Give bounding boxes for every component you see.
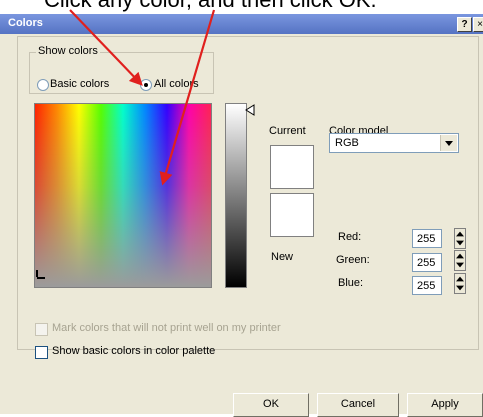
blue-stepper[interactable]	[454, 273, 466, 294]
basic-colors-label[interactable]: Basic colors	[50, 78, 109, 90]
all-colors-radio[interactable]	[140, 79, 152, 91]
green-label: Green:	[336, 254, 370, 266]
close-button[interactable]: ×	[473, 17, 483, 32]
green-field[interactable]: 255	[412, 253, 442, 272]
down-arrow-icon[interactable]	[456, 285, 464, 291]
basic-colors-radio[interactable]	[37, 79, 49, 91]
blue-value: 255	[417, 280, 436, 292]
current-label: Current	[269, 125, 306, 137]
new-label: New	[271, 251, 294, 263]
all-colors-label[interactable]: All colors	[154, 78, 199, 90]
color-model-value: RGB	[335, 137, 359, 149]
red-label: Red:	[338, 231, 362, 243]
instruction-text: Click any color, and then click OK.	[44, 0, 377, 13]
cancel-button[interactable]: Cancel	[317, 393, 399, 417]
red-field[interactable]: 255	[412, 229, 442, 248]
new-color-swatch	[270, 193, 314, 237]
help-button[interactable]: ?	[457, 17, 472, 32]
spectrum-crosshair	[36, 270, 45, 279]
current-color-swatch	[270, 145, 314, 189]
mark-colors-label: Mark colors that will not print well on …	[52, 322, 281, 334]
down-arrow-icon[interactable]	[456, 262, 464, 268]
green-value: 255	[417, 257, 436, 269]
chevron-down-icon[interactable]	[440, 135, 457, 151]
show-basic-checkbox[interactable]	[35, 346, 48, 359]
dialog-title: Colors	[8, 17, 43, 29]
down-arrow-icon[interactable]	[456, 240, 464, 246]
color-model-select[interactable]: RGB	[329, 133, 459, 153]
apply-button[interactable]: Apply	[407, 393, 483, 417]
luminance-slider[interactable]	[225, 103, 247, 288]
mark-colors-checkbox[interactable]	[35, 323, 48, 336]
up-arrow-icon[interactable]	[456, 231, 464, 237]
up-arrow-icon[interactable]	[456, 276, 464, 282]
blue-field[interactable]: 255	[412, 276, 442, 295]
green-stepper[interactable]	[454, 250, 466, 271]
luminance-arrow-icon[interactable]	[245, 104, 255, 116]
red-stepper[interactable]	[454, 228, 466, 249]
show-colors-legend: Show colors	[36, 45, 100, 57]
color-spectrum[interactable]	[34, 103, 212, 288]
red-value: 255	[417, 233, 436, 245]
ok-button[interactable]: OK	[233, 393, 309, 417]
title-bar: Colors ? ×	[0, 14, 483, 34]
blue-label: Blue:	[338, 277, 364, 289]
show-basic-label[interactable]: Show basic colors in color palette	[52, 345, 215, 357]
up-arrow-icon[interactable]	[456, 253, 464, 259]
